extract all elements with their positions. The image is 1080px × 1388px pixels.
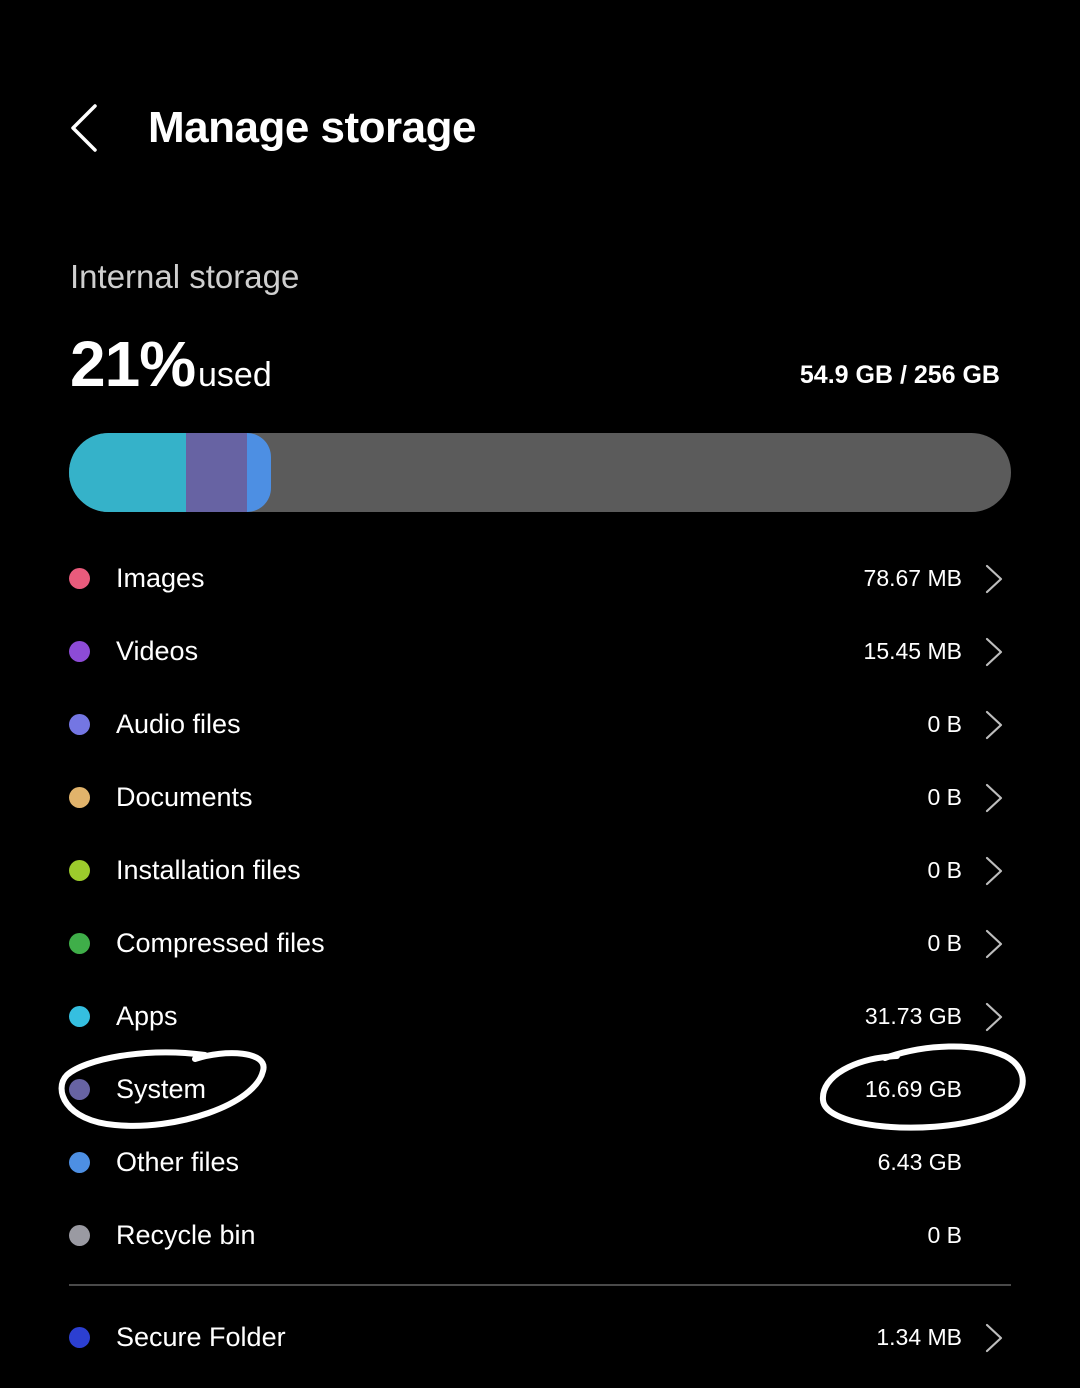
category-row-apps[interactable]: Apps 31.73 GB xyxy=(0,980,1080,1053)
category-size: 6.43 GB xyxy=(877,1149,962,1175)
page-title: Manage storage xyxy=(148,103,476,152)
chevron-right-icon xyxy=(985,856,1003,886)
secure-folder-label: Secure Folder xyxy=(116,1322,286,1352)
category-label: System xyxy=(116,1074,207,1104)
category-label: Other files xyxy=(116,1147,240,1177)
category-color-dot xyxy=(69,1152,90,1173)
category-label: Apps xyxy=(116,1001,178,1031)
back-button[interactable] xyxy=(52,80,116,176)
divider xyxy=(69,1284,1011,1286)
chevron-right-icon xyxy=(985,710,1003,740)
chevron-right-icon xyxy=(985,929,1003,959)
category-size: 0 B xyxy=(927,711,962,737)
category-size: 0 B xyxy=(927,857,962,883)
category-size: 0 B xyxy=(927,784,962,810)
category-list: Images 78.67 MB Videos 15.45 MB Audio files 0… xyxy=(0,542,1080,1272)
header: Manage storage xyxy=(0,80,1080,176)
chevron-right-icon xyxy=(985,1002,1003,1032)
category-color-dot xyxy=(69,1225,90,1246)
chevron-right-icon xyxy=(985,1323,1003,1353)
storage-bar-segment-other-files xyxy=(247,433,271,512)
storage-bar xyxy=(69,433,1011,512)
secure-folder-row[interactable]: Secure Folder 1.34 MB xyxy=(0,1301,1080,1374)
category-row-recycle-bin[interactable]: Recycle bin 0 B xyxy=(0,1199,1080,1272)
category-label: Compressed files xyxy=(116,928,325,958)
category-color-dot xyxy=(69,1006,90,1027)
category-size: 78.67 MB xyxy=(863,565,962,591)
category-label: Videos xyxy=(116,636,199,666)
storage-bar-segment-system xyxy=(185,433,248,512)
category-color-dot xyxy=(69,1079,90,1100)
category-size: 0 B xyxy=(927,930,962,956)
category-row-documents[interactable]: Documents 0 B xyxy=(0,761,1080,834)
chevron-right-icon xyxy=(985,637,1003,667)
category-color-dot xyxy=(69,860,90,881)
secure-folder-dot xyxy=(69,1327,90,1348)
category-size: 15.45 MB xyxy=(863,638,962,664)
secure-folder-size: 1.34 MB xyxy=(876,1324,962,1350)
category-row-videos[interactable]: Videos 15.45 MB xyxy=(0,615,1080,688)
category-color-dot xyxy=(69,568,90,589)
category-color-dot xyxy=(69,714,90,735)
usage-summary: 21% used 54.9 GB / 256 GB xyxy=(70,326,1000,406)
category-size: 16.69 GB xyxy=(864,1076,962,1102)
usage-total: 54.9 GB / 256 GB xyxy=(799,361,1000,389)
category-label: Documents xyxy=(116,782,253,812)
usage-percent: 21% xyxy=(70,328,196,400)
category-color-dot xyxy=(69,641,90,662)
category-size: 0 B xyxy=(927,1222,962,1248)
category-row-compressed-files[interactable]: Compressed files 0 B xyxy=(0,907,1080,980)
chevron-right-icon xyxy=(985,564,1003,594)
chevron-left-icon xyxy=(71,104,97,152)
category-row-images[interactable]: Images 78.67 MB xyxy=(0,542,1080,615)
category-row-other-files[interactable]: Other files 6.43 GB xyxy=(0,1126,1080,1199)
category-color-dot xyxy=(69,787,90,808)
chevron-right-icon xyxy=(985,783,1003,813)
category-label: Installation files xyxy=(116,855,301,885)
category-row-installation-files[interactable]: Installation files 0 B xyxy=(0,834,1080,907)
storage-bar-segment-apps xyxy=(69,433,186,512)
category-row-audio-files[interactable]: Audio files 0 B xyxy=(0,688,1080,761)
usage-word: used xyxy=(198,356,272,394)
category-row-system[interactable]: System 16.69 GB xyxy=(0,1053,1080,1126)
section-label: Internal storage xyxy=(70,258,300,295)
category-label: Recycle bin xyxy=(116,1220,256,1250)
category-size: 31.73 GB xyxy=(864,1003,962,1029)
category-label: Images xyxy=(116,563,205,593)
category-color-dot xyxy=(69,933,90,954)
category-label: Audio files xyxy=(116,709,241,739)
